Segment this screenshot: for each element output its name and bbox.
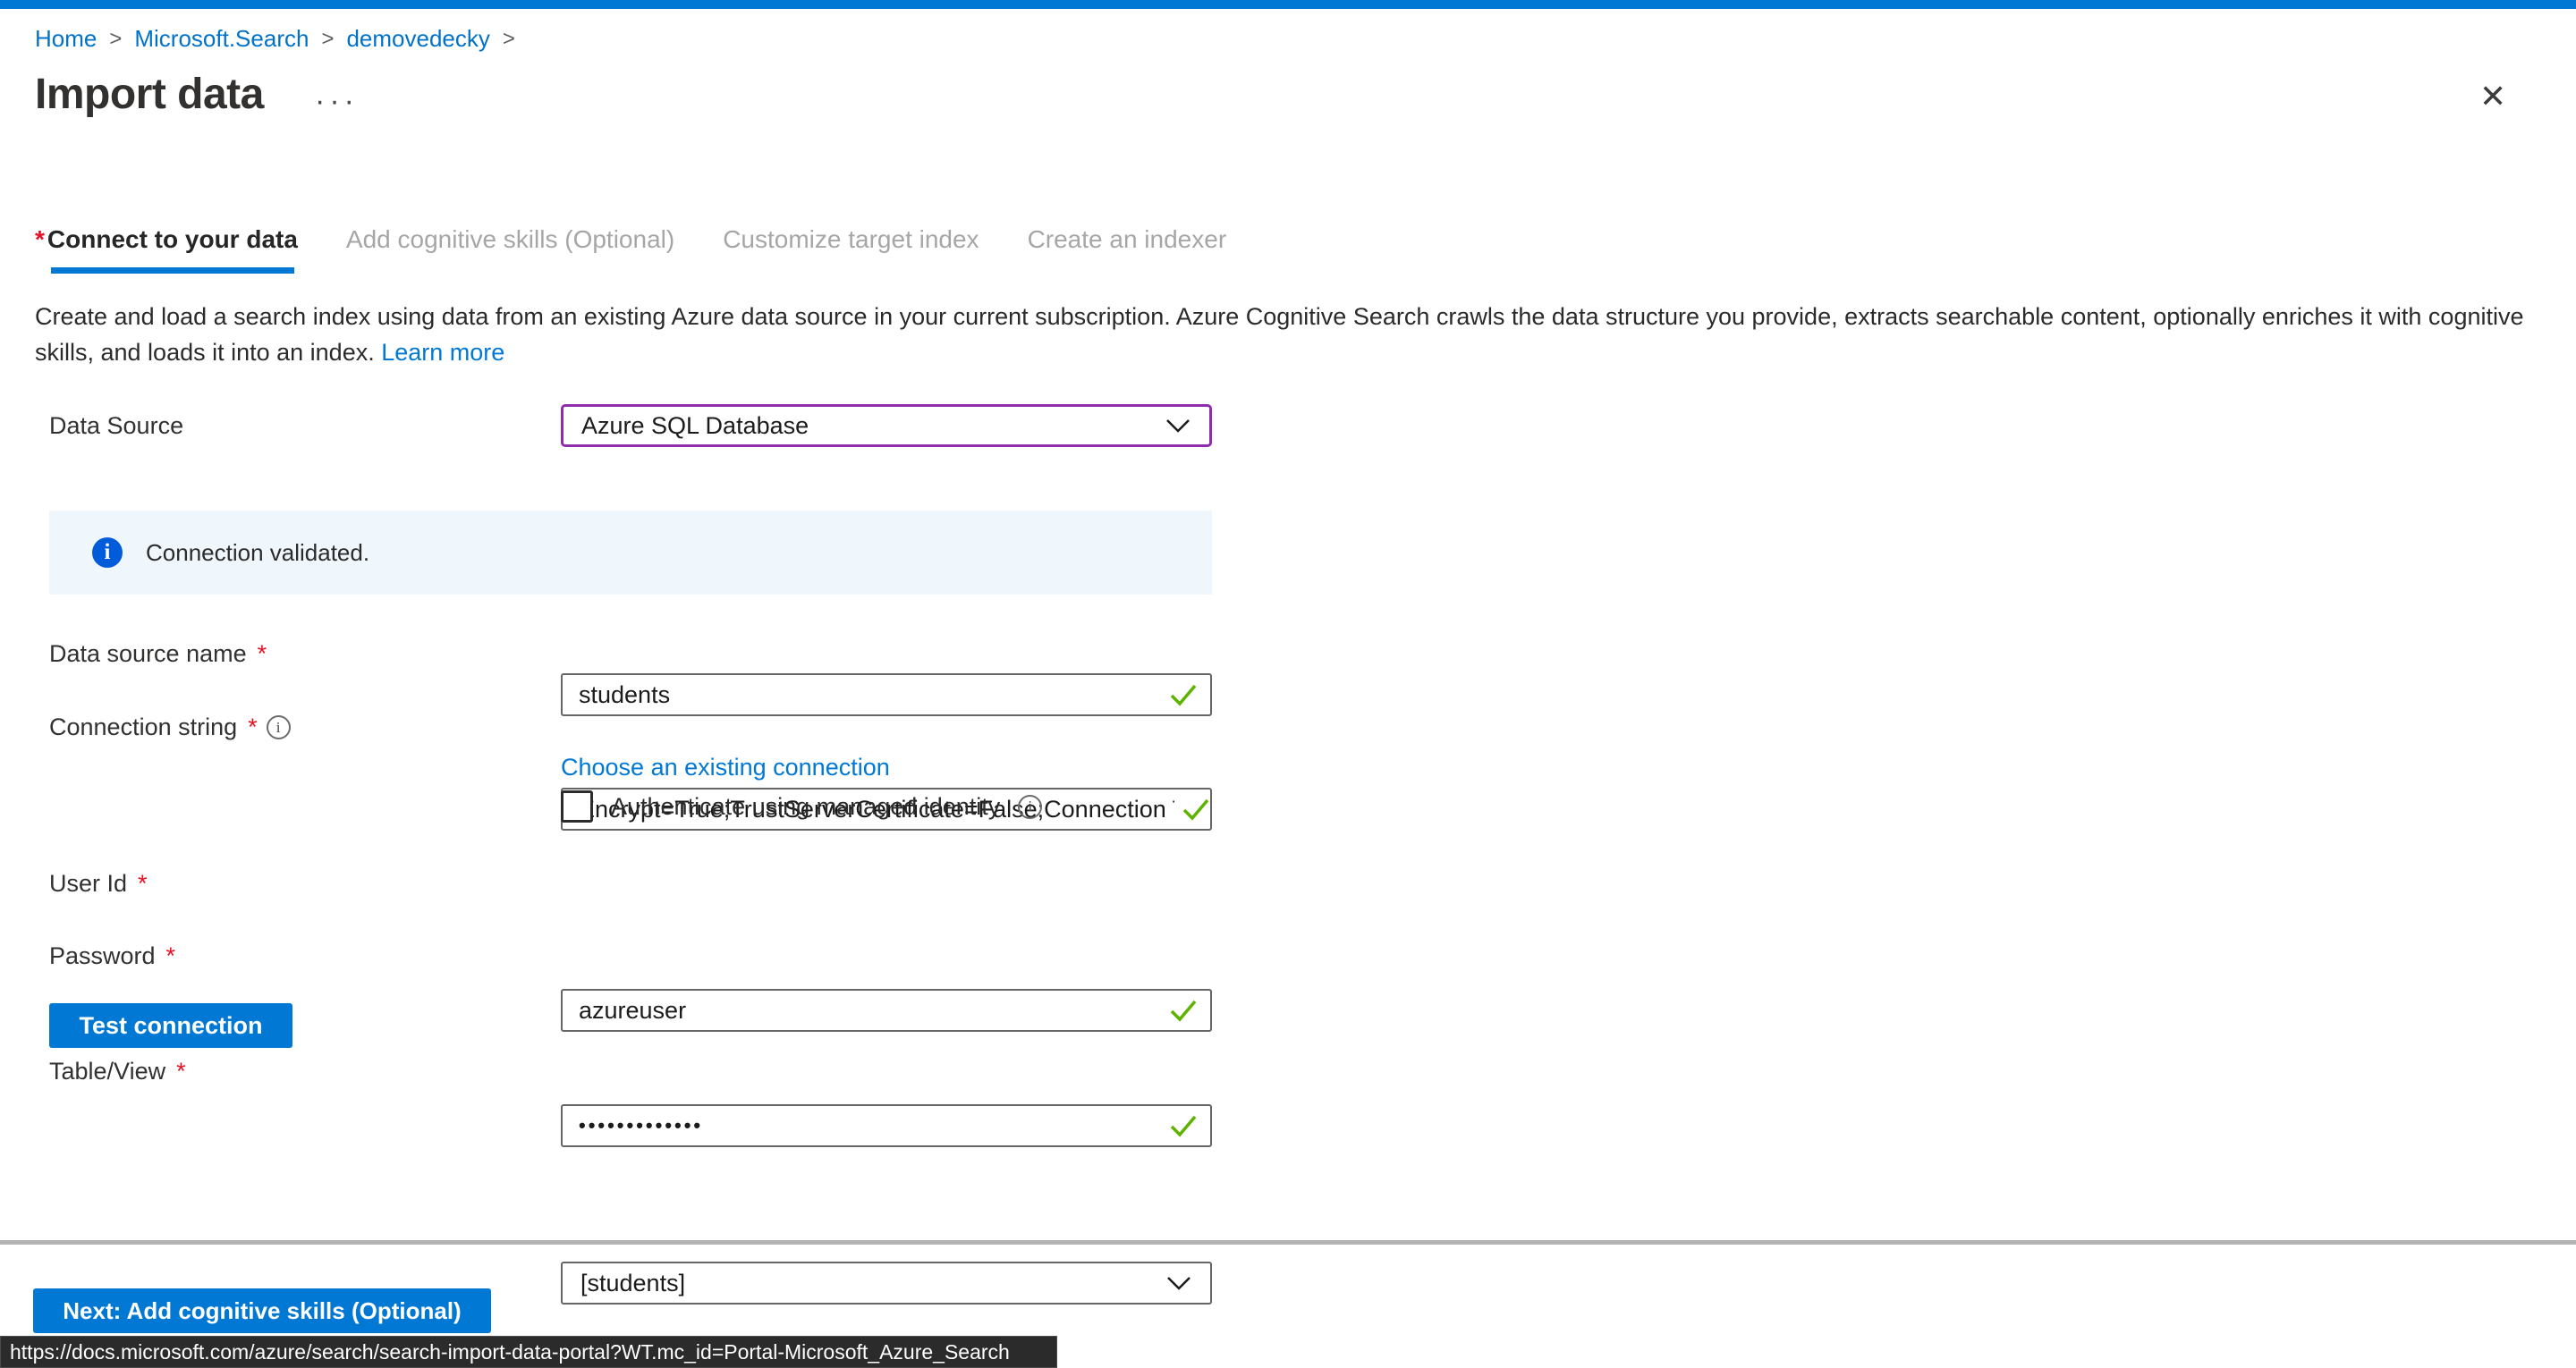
label-text: Data source name xyxy=(49,640,247,668)
chevron-down-icon xyxy=(1165,418,1191,434)
required-marker: * xyxy=(248,714,258,741)
page-title: Import data xyxy=(35,70,264,119)
next-add-cognitive-skills-button[interactable]: Next: Add cognitive skills (Optional) xyxy=(33,1288,491,1333)
banner-text: Connection validated. xyxy=(146,539,369,567)
tab-label: Add cognitive skills (Optional) xyxy=(346,225,674,253)
user-id-field-wrap xyxy=(561,989,1212,1032)
label-text: User Id xyxy=(49,870,127,898)
tab-label: Customize target index xyxy=(723,225,979,253)
managed-identity-label: Authenticate using managed identity xyxy=(611,793,1000,821)
breadcrumb-separator: > xyxy=(490,27,528,52)
table-view-dropdown[interactable]: [students] xyxy=(561,1262,1212,1305)
label-text: Password xyxy=(49,942,156,970)
breadcrumb-separator: > xyxy=(309,27,346,52)
required-marker: * xyxy=(166,942,176,970)
more-menu-icon[interactable]: ··· xyxy=(315,86,359,116)
tab-label: Create an indexer xyxy=(1028,225,1227,253)
import-data-page: Home > Microsoft.Search > demovedecky > … xyxy=(0,0,2576,1368)
data-source-value: Azure SQL Database xyxy=(581,412,809,440)
connection-string-label: Connection string * i xyxy=(49,714,291,741)
breadcrumb: Home > Microsoft.Search > demovedecky > xyxy=(35,25,528,53)
user-id-label: User Id * xyxy=(49,870,148,898)
table-view-value: [students] xyxy=(580,1270,685,1297)
tab-add-cognitive-skills[interactable]: Add cognitive skills (Optional) xyxy=(346,225,674,254)
managed-identity-info-icon[interactable]: i xyxy=(1018,795,1042,819)
password-input[interactable] xyxy=(561,1104,1212,1147)
required-marker: * xyxy=(176,1058,186,1085)
required-marker: * xyxy=(35,225,45,253)
valid-check-icon xyxy=(1182,798,1210,821)
intro-text: Create and load a search index using dat… xyxy=(35,299,2539,370)
table-view-label: Table/View * xyxy=(49,1058,186,1085)
tab-label: Connect to your data xyxy=(47,225,298,253)
active-tab-underline xyxy=(51,267,294,274)
connection-validated-banner: i Connection validated. xyxy=(49,511,1212,595)
password-label: Password * xyxy=(49,942,175,970)
tab-connect-to-your-data[interactable]: *Connect to your data xyxy=(35,225,298,254)
choose-existing-connection-link[interactable]: Choose an existing connection xyxy=(561,754,890,781)
browser-status-bar: https://docs.microsoft.com/azure/search/… xyxy=(0,1336,1057,1368)
learn-more-link[interactable]: Learn more xyxy=(381,339,504,366)
data-source-name-field-wrap xyxy=(561,673,1212,716)
label-text: Connection string xyxy=(49,714,237,741)
valid-check-icon xyxy=(1169,683,1198,706)
required-marker: * xyxy=(138,870,148,898)
data-source-label: Data Source xyxy=(49,412,183,440)
wizard-tabs: *Connect to your data Add cognitive skil… xyxy=(35,225,1226,254)
test-connection-button[interactable]: Test connection xyxy=(49,1003,292,1048)
managed-identity-checkbox[interactable] xyxy=(561,790,593,823)
data-source-name-label: Data source name * xyxy=(49,640,267,668)
tab-create-an-indexer[interactable]: Create an indexer xyxy=(1028,225,1227,254)
managed-identity-row: Authenticate using managed identity i xyxy=(561,790,1042,823)
chevron-down-icon xyxy=(1165,1275,1192,1291)
password-field-wrap xyxy=(561,1104,1212,1147)
info-icon: i xyxy=(92,537,123,568)
breadcrumb-separator: > xyxy=(97,27,134,52)
portal-top-bar xyxy=(0,0,2576,9)
required-marker: * xyxy=(258,640,267,668)
label-text: Data Source xyxy=(49,412,183,440)
close-icon[interactable]: ✕ xyxy=(2479,80,2506,113)
breadcrumb-home[interactable]: Home xyxy=(35,25,97,53)
data-source-name-input[interactable] xyxy=(561,673,1212,716)
breadcrumb-microsoft-search[interactable]: Microsoft.Search xyxy=(134,25,309,53)
footer-divider xyxy=(0,1240,2576,1245)
valid-check-icon xyxy=(1169,1114,1198,1137)
data-source-dropdown[interactable]: Azure SQL Database xyxy=(561,404,1212,447)
connection-string-info-icon[interactable]: i xyxy=(267,715,291,739)
status-url: https://docs.microsoft.com/azure/search/… xyxy=(10,1340,1010,1364)
valid-check-icon xyxy=(1169,999,1198,1022)
tab-customize-target-index[interactable]: Customize target index xyxy=(723,225,979,254)
user-id-input[interactable] xyxy=(561,989,1212,1032)
breadcrumb-demovedecky[interactable]: demovedecky xyxy=(346,25,489,53)
label-text: Table/View xyxy=(49,1058,165,1085)
